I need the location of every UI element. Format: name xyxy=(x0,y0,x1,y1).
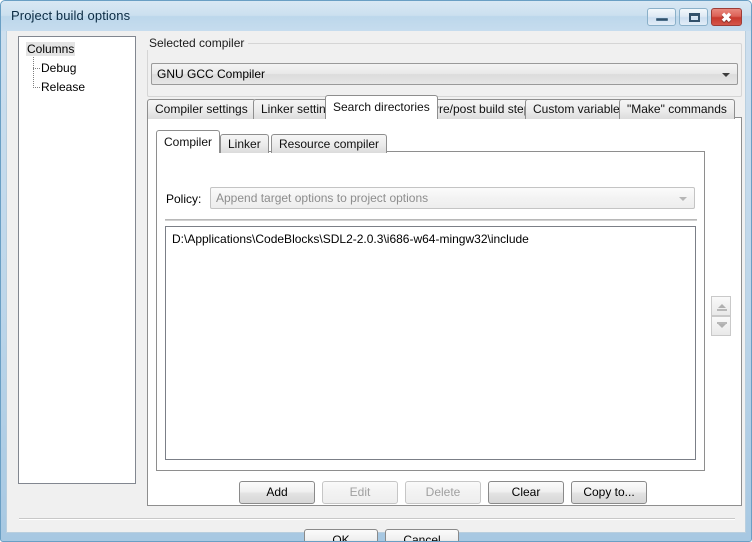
arrow-down-icon xyxy=(718,324,726,328)
policy-select-value: Append target options to project options xyxy=(216,191,429,205)
move-up-button[interactable] xyxy=(711,296,731,316)
title-bar: Project build options ✖ xyxy=(1,1,751,31)
list-item[interactable]: D:\Applications\CodeBlocks\SDL2-2.0.3\i6… xyxy=(172,232,529,246)
tab-make-commands[interactable]: "Make" commands xyxy=(619,99,735,119)
maximize-icon xyxy=(689,13,700,22)
window-title: Project build options xyxy=(11,8,131,23)
tab-compiler[interactable]: Compiler xyxy=(156,130,221,153)
tab-compiler-settings[interactable]: Compiler settings xyxy=(147,99,256,119)
tab-linker[interactable]: Linker xyxy=(220,134,269,153)
search-directories-list[interactable]: D:\Applications\CodeBlocks\SDL2-2.0.3\i6… xyxy=(165,226,696,460)
project-build-options-dialog: Project build options ✖ Columns Debug Re… xyxy=(0,0,752,542)
close-button[interactable]: ✖ xyxy=(711,8,742,26)
selected-compiler-label: Selected compiler xyxy=(147,36,249,50)
compiler-select-value: GNU GCC Compiler xyxy=(157,67,266,81)
tab-resource-compiler[interactable]: Resource compiler xyxy=(271,134,388,153)
clear-button[interactable]: Clear xyxy=(488,481,564,504)
tree-root-columns[interactable]: Columns xyxy=(26,42,76,56)
delete-button: Delete xyxy=(405,481,481,504)
tab-custom-variables[interactable]: Custom variables xyxy=(525,99,634,119)
reorder-buttons xyxy=(711,296,731,337)
maximize-button[interactable] xyxy=(679,8,708,26)
minimize-button[interactable] xyxy=(647,8,676,26)
tree-connector-horizontal xyxy=(33,87,41,88)
dialog-separator xyxy=(19,518,735,520)
minimize-icon xyxy=(656,18,668,21)
close-icon: ✖ xyxy=(721,10,732,25)
policy-select[interactable]: Append target options to project options xyxy=(210,187,695,209)
tree-item-label: Release xyxy=(41,80,86,94)
policy-separator xyxy=(165,219,697,221)
policy-label: Policy: xyxy=(166,192,202,206)
inner-tab-strip: Compiler Linker Resource compiler xyxy=(156,130,716,153)
dialog-client-area: Columns Debug Release Selected compiler … xyxy=(6,31,747,541)
arrow-up-icon xyxy=(718,304,726,308)
tree-connector-vertical xyxy=(33,57,34,88)
outer-tab-strip: Compiler settings Linker settings Search… xyxy=(147,95,747,119)
arrow-up-icon-base xyxy=(717,309,727,311)
edit-button: Edit xyxy=(322,481,398,504)
copy-to-button[interactable]: Copy to... xyxy=(571,481,647,504)
tree-item-debug[interactable]: Debug xyxy=(41,61,76,75)
chevron-down-icon xyxy=(679,197,687,201)
tree-item-release[interactable]: Release xyxy=(41,80,85,94)
tree-item-label: Debug xyxy=(41,61,77,75)
compiler-select[interactable]: GNU GCC Compiler xyxy=(151,63,738,85)
cancel-button[interactable]: Cancel xyxy=(385,529,459,541)
tab-search-directories[interactable]: Search directories xyxy=(325,95,438,119)
chevron-down-icon xyxy=(722,73,730,77)
ok-button[interactable]: OK xyxy=(304,529,378,541)
add-button[interactable]: Add xyxy=(239,481,315,504)
move-down-button[interactable] xyxy=(711,316,731,336)
targets-tree[interactable]: Columns Debug Release xyxy=(18,36,136,484)
tree-connector-horizontal xyxy=(33,68,41,69)
tree-root-label: Columns xyxy=(26,42,76,56)
